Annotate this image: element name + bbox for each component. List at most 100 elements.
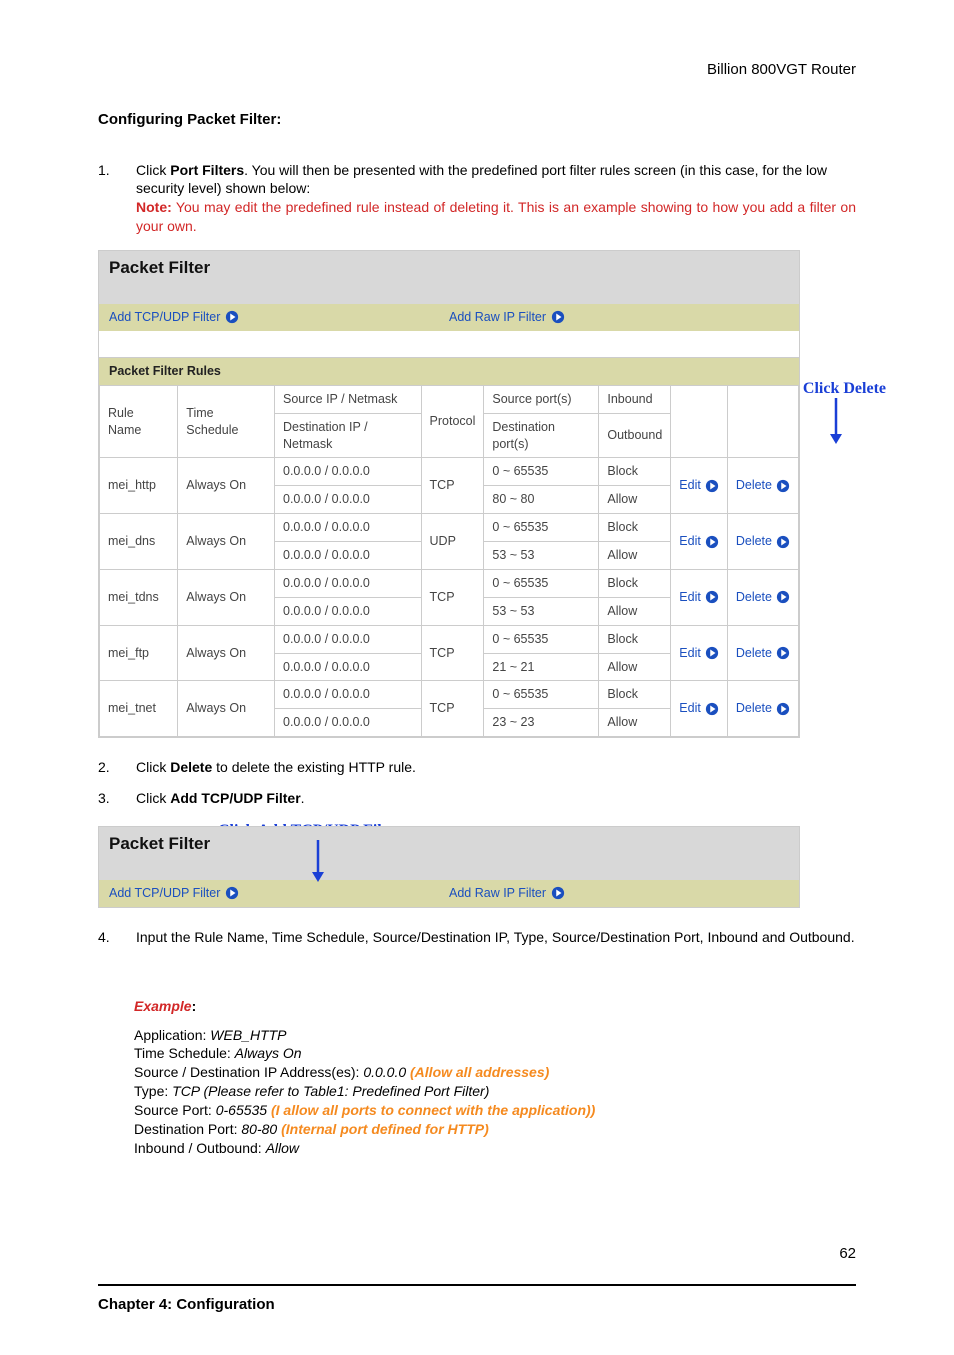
col-rule-name: Rule Name (100, 385, 178, 458)
cell-dst-ip: 0.0.0.0 / 0.0.0.0 (275, 653, 422, 681)
step-text: Input the Rule Name, Time Schedule, Sour… (136, 929, 855, 945)
example-line: Source / Destination IP Address(es): 0.0… (134, 1063, 856, 1082)
ui-spacer (99, 862, 799, 880)
cell-inbound: Block (599, 458, 671, 486)
example-line: Source Port: 0-65535 (I allow all ports … (134, 1101, 856, 1120)
col-inbound: Inbound (599, 385, 671, 413)
arrow-down-icon (310, 840, 326, 882)
example-label: Example (134, 998, 192, 1014)
ui-title: Packet Filter (99, 827, 799, 862)
cell-outbound: Allow (599, 542, 671, 570)
cell-inbound: Block (599, 569, 671, 597)
edit-link[interactable]: Edit (679, 700, 719, 717)
example-line: Inbound / Outbound: Allow (134, 1139, 856, 1158)
step-note: Note: You may edit the predefined rule i… (136, 198, 856, 236)
step-text-post: . (301, 790, 305, 806)
cell-outbound: Allow (599, 653, 671, 681)
cell-src-ip: 0.0.0.0 / 0.0.0.0 (275, 458, 422, 486)
step-text: Click (136, 790, 170, 806)
cell-dst-port: 53 ~ 53 (484, 597, 599, 625)
col-proto: Protocol (421, 385, 484, 458)
cell-dst-port: 80 ~ 80 (484, 486, 599, 514)
cell-proto: TCP (421, 625, 484, 681)
add-raw-ip-filter-link[interactable]: Add Raw IP Filter (449, 885, 789, 902)
step-text-post: to delete the existing HTTP rule. (212, 759, 416, 775)
delete-link[interactable]: Delete (736, 645, 790, 662)
cell-dst-ip: 0.0.0.0 / 0.0.0.0 (275, 597, 422, 625)
play-circle-icon (225, 886, 239, 900)
step-2: 2. Click Delete to delete the existing H… (98, 758, 856, 777)
cell-delete: Delete (727, 681, 798, 737)
col-dst-ip: Destination IP / Netmask (275, 413, 422, 458)
cell-rule-name: mei_tdns (100, 569, 178, 625)
table-row: mei_tdnsAlways On0.0.0.0 / 0.0.0.0TCP0 ~… (100, 569, 799, 597)
play-circle-icon (551, 886, 565, 900)
example-line: Time Schedule: Always On (134, 1044, 856, 1063)
cell-time: Always On (178, 514, 275, 570)
chapter-label: Chapter 4: Configuration (98, 1295, 275, 1315)
cell-rule-name: mei_dns (100, 514, 178, 570)
cell-delete: Delete (727, 458, 798, 514)
cell-src-ip: 0.0.0.0 / 0.0.0.0 (275, 569, 422, 597)
link-label: Add TCP/UDP Filter (109, 309, 220, 326)
cell-time: Always On (178, 458, 275, 514)
cell-dst-ip: 0.0.0.0 / 0.0.0.0 (275, 486, 422, 514)
edit-link[interactable]: Edit (679, 533, 719, 550)
col-delete (727, 385, 798, 458)
cell-dst-ip: 0.0.0.0 / 0.0.0.0 (275, 542, 422, 570)
step-1: 1. Click Port Filters. You will then be … (98, 161, 856, 237)
cell-proto: TCP (421, 458, 484, 514)
example-colon: : (192, 998, 197, 1014)
edit-link[interactable]: Edit (679, 645, 719, 662)
cell-time: Always On (178, 625, 275, 681)
step-text: Click (136, 162, 170, 178)
delete-link[interactable]: Delete (736, 533, 790, 550)
table-row: mei_httpAlways On0.0.0.0 / 0.0.0.0TCP0 ~… (100, 458, 799, 486)
cell-src-port: 0 ~ 65535 (484, 681, 599, 709)
cell-time: Always On (178, 681, 275, 737)
table-row: mei_ftpAlways On0.0.0.0 / 0.0.0.0TCP0 ~ … (100, 625, 799, 653)
step-number: 2. (98, 758, 110, 777)
play-circle-icon (551, 310, 565, 324)
col-src-port: Source port(s) (484, 385, 599, 413)
cell-time: Always On (178, 569, 275, 625)
note-text: You may edit the predefined rule instead… (136, 199, 856, 234)
link-label: Add Raw IP Filter (449, 309, 546, 326)
example-line: Type: TCP (Please refer to Table1: Prede… (134, 1082, 856, 1101)
ui-title: Packet Filter (99, 251, 799, 286)
cell-edit: Edit (671, 625, 728, 681)
cell-delete: Delete (727, 514, 798, 570)
add-tcp-udp-filter-link[interactable]: Add TCP/UDP Filter (109, 885, 449, 902)
step-number: 4. (98, 928, 136, 947)
example-line: Application: WEB_HTTP (134, 1026, 856, 1045)
ui-linkbar: Add TCP/UDP Filter Add Raw IP Filter (99, 304, 799, 331)
add-raw-ip-filter-link[interactable]: Add Raw IP Filter (449, 309, 789, 326)
cell-dst-ip: 0.0.0.0 / 0.0.0.0 (275, 709, 422, 737)
step-number: 1. (98, 161, 110, 180)
delete-link[interactable]: Delete (736, 700, 790, 717)
packet-filter-screenshot-1: Packet Filter Add TCP/UDP Filter Add Raw… (98, 250, 800, 738)
cell-delete: Delete (727, 625, 798, 681)
cell-rule-name: mei_ftp (100, 625, 178, 681)
play-circle-icon (225, 310, 239, 324)
cell-inbound: Block (599, 681, 671, 709)
delete-link[interactable]: Delete (736, 477, 790, 494)
rules-table: Rule Name Time Schedule Source IP / Netm… (99, 385, 799, 737)
cell-src-ip: 0.0.0.0 / 0.0.0.0 (275, 681, 422, 709)
cell-edit: Edit (671, 514, 728, 570)
edit-link[interactable]: Edit (679, 589, 719, 606)
delete-link[interactable]: Delete (736, 589, 790, 606)
col-src-ip: Source IP / Netmask (275, 385, 422, 413)
add-tcp-udp-filter-link[interactable]: Add TCP/UDP Filter (109, 309, 449, 326)
cell-src-ip: 0.0.0.0 / 0.0.0.0 (275, 625, 422, 653)
step-text: Click (136, 759, 170, 775)
page-header: Billion 800VGT Router (98, 60, 856, 80)
link-label: Add Raw IP Filter (449, 885, 546, 902)
cell-src-port: 0 ~ 65535 (484, 458, 599, 486)
cell-src-port: 0 ~ 65535 (484, 569, 599, 597)
cell-dst-port: 23 ~ 23 (484, 709, 599, 737)
edit-link[interactable]: Edit (679, 477, 719, 494)
cell-inbound: Block (599, 514, 671, 542)
example-line: Destination Port: 80-80 (Internal port d… (134, 1120, 856, 1139)
cell-proto: TCP (421, 681, 484, 737)
